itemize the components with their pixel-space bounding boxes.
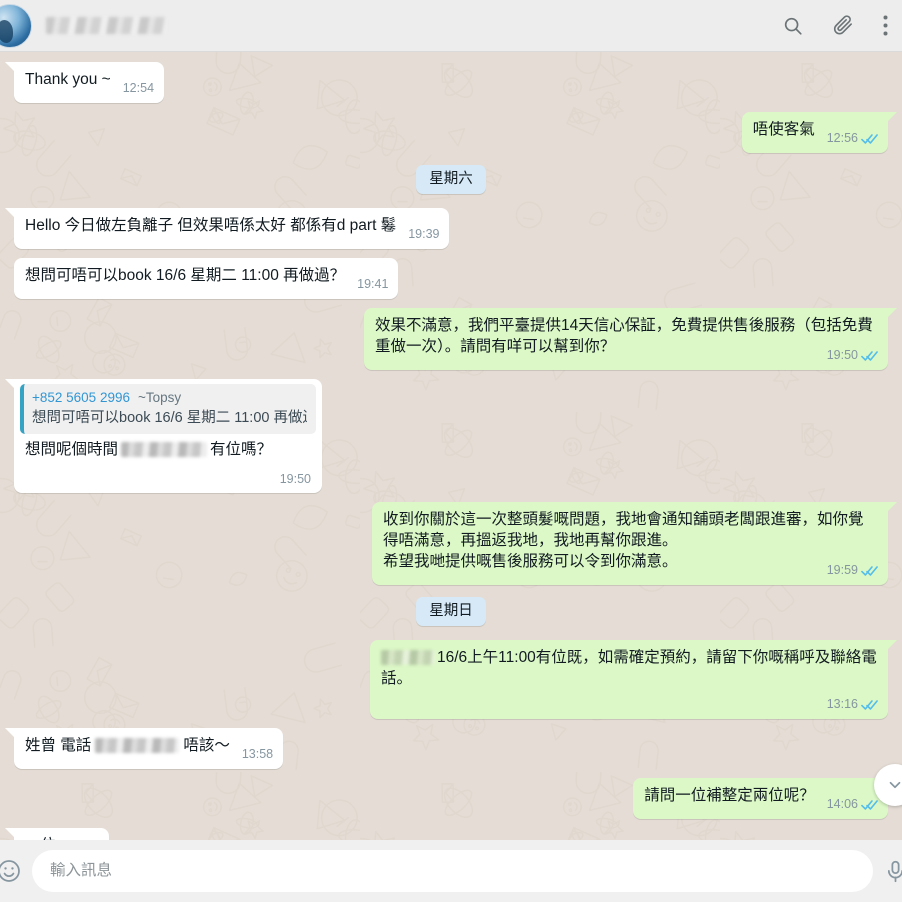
- message-meta: 19:59: [827, 560, 878, 581]
- messages-container: Thank you ~ 12:54 唔使客氣 12:56 星期六 Hello 今…: [0, 52, 902, 840]
- message-text: 收到你關於這一次整頭髮嘅問題，我地會通知舖頭老闆跟進審，如你覺得唔滿意，再搵返我…: [383, 511, 864, 570]
- timestamp: 19:39: [408, 227, 440, 241]
- message-composer: [0, 840, 902, 902]
- message-text-after: 有位嗎？: [210, 441, 273, 458]
- message-text: 效果不滿意，我們平臺提供14天信心保証，免費提供售後服務（包括免費重做一次）。請…: [375, 317, 873, 355]
- message-text: 唔使客氣: [752, 121, 815, 138]
- timestamp: 19:59: [826, 563, 858, 577]
- message-text: 16/6上午11:00有位既，如需確定預約，請留下你嘅稱呼及聯絡電話。: [381, 649, 877, 687]
- more-vertical-icon[interactable]: [883, 15, 888, 36]
- timestamp: 12:56: [826, 131, 858, 145]
- outgoing-bubble[interactable]: 請問一位補整定兩位呢？ 14:06: [633, 778, 897, 819]
- message-text: Thank you ~: [25, 71, 111, 88]
- redacted-text: [381, 650, 435, 665]
- message-row: 收到你關於這一次整頭髮嘅問題，我地會通知舖頭老闆跟進審，如你覺得唔滿意，再搵返我…: [14, 502, 897, 585]
- timestamp: 19:50: [279, 472, 311, 486]
- timestamp: 13:58: [241, 747, 274, 761]
- timestamp: 13:16: [826, 697, 858, 711]
- read-receipt-icon: [861, 799, 878, 811]
- message-row: 16/6上午11:00有位既，如需確定預約，請留下你嘅稱呼及聯絡電話。 13:1…: [14, 640, 897, 719]
- quote-author-phone: +852 5605 2996: [32, 390, 130, 405]
- message-meta: 19:39: [408, 224, 439, 245]
- read-receipt-icon: [861, 565, 878, 577]
- message-text-after: 唔該～: [183, 737, 230, 754]
- incoming-bubble[interactable]: 想問可唔可以book 16/6 星期二 11:00 再做過？ 19:41: [14, 258, 399, 299]
- search-icon[interactable]: [782, 15, 804, 37]
- read-receipt-icon: [861, 350, 878, 362]
- message-row: Thank you ~ 12:54: [4, 62, 888, 103]
- date-divider: 星期日: [416, 597, 486, 626]
- read-receipt-icon: [861, 133, 878, 145]
- quote-author: +852 5605 2996 ~Topsy: [32, 389, 307, 407]
- paperclip-icon[interactable]: [832, 14, 855, 37]
- timestamp: 14:06: [826, 797, 858, 811]
- message-text: 請問一位補整定兩位呢？: [644, 787, 815, 804]
- message-meta: 19:50: [827, 345, 878, 366]
- message-meta: 13:58: [242, 744, 273, 765]
- outgoing-bubble[interactable]: 16/6上午11:00有位既，如需確定預約，請留下你嘅稱呼及聯絡電話。 13:1…: [370, 640, 897, 719]
- outgoing-bubble[interactable]: 唔使客氣 12:56: [741, 112, 898, 153]
- incoming-bubble[interactable]: Hello 今日做左負離子 但效果唔係太好 都係有d part 鬈 19:39: [4, 208, 450, 249]
- contact-name[interactable]: [46, 17, 166, 34]
- message-row: 一位 14:06: [4, 828, 888, 840]
- message-row: Hello 今日做左負離子 但效果唔係太好 都係有d part 鬈 19:39: [4, 208, 888, 249]
- message-input[interactable]: [32, 850, 873, 892]
- message-text: 想問可唔可以book 16/6 星期二 11:00 再做過？: [25, 267, 346, 284]
- quoted-message[interactable]: +852 5605 2996 ~Topsy 想問可唔可以book 16/6 星期二…: [20, 384, 316, 434]
- quote-author-alias: ~Topsy: [137, 390, 182, 405]
- date-divider-row: 星期日: [14, 597, 888, 626]
- date-divider: 星期六: [416, 165, 486, 194]
- message-text: Hello 今日做左負離子 但效果唔係太好 都係有d part 鬈: [25, 217, 397, 234]
- timestamp: 19:41: [357, 277, 389, 291]
- message-text-before: 姓曾 電話: [25, 737, 92, 754]
- message-row: 姓曾 電話 唔該～ 13:58: [4, 728, 888, 769]
- incoming-bubble[interactable]: Thank you ~ 12:54: [4, 62, 165, 103]
- message-list[interactable]: Thank you ~ 12:54 唔使客氣 12:56 星期六 Hello 今…: [0, 52, 902, 840]
- message-row: 唔使客氣 12:56: [14, 112, 898, 153]
- chat-header: [0, 0, 902, 52]
- message-meta: 19:41: [357, 274, 388, 295]
- outgoing-bubble[interactable]: 效果不滿意，我們平臺提供14天信心保証，免費提供售後服務（包括免費重做一次）。請…: [364, 308, 897, 370]
- incoming-bubble[interactable]: 姓曾 電話 唔該～ 13:58: [4, 728, 284, 769]
- timestamp: 19:50: [826, 348, 858, 362]
- message-meta: 13:16: [393, 694, 878, 715]
- emoji-smiley-icon[interactable]: [0, 858, 22, 884]
- message-row: 想問可唔可以book 16/6 星期二 11:00 再做過？ 19:41: [14, 258, 888, 299]
- redacted-text: [121, 442, 208, 457]
- whatsapp-chat-window: Thank you ~ 12:54 唔使客氣 12:56 星期六 Hello 今…: [0, 0, 902, 902]
- incoming-bubble[interactable]: 一位 14:06: [4, 828, 110, 840]
- header-actions: [782, 14, 888, 37]
- timestamp: 12:54: [122, 81, 155, 95]
- incoming-bubble-with-quote[interactable]: +852 5605 2996 ~Topsy 想問可唔可以book 16/6 星期二…: [5, 379, 322, 493]
- message-meta: 14:06: [827, 794, 878, 815]
- outgoing-bubble[interactable]: 收到你關於這一次整頭髮嘅問題，我地會通知舖頭老闆跟進審，如你覺得唔滿意，再搵返我…: [372, 502, 897, 585]
- message-row: 效果不滿意，我們平臺提供14天信心保証，免費提供售後服務（包括免費重做一次）。請…: [14, 308, 897, 370]
- date-divider-row: 星期六: [14, 165, 888, 194]
- read-receipt-icon: [861, 699, 878, 711]
- message-meta: 19:50: [280, 469, 311, 490]
- redacted-text: [95, 738, 180, 753]
- message-row: +852 5605 2996 ~Topsy 想問可唔可以book 16/6 星期二…: [5, 379, 888, 493]
- avatar[interactable]: [0, 3, 32, 48]
- quote-text: 想問可唔可以book 16/6 星期二 11:00 再做過？: [32, 410, 307, 426]
- message-text-before: 想問呢個時間: [25, 441, 119, 458]
- message-row: 請問一位補整定兩位呢？ 14:06: [14, 778, 897, 819]
- message-meta: 12:56: [827, 128, 878, 149]
- microphone-icon[interactable]: [883, 859, 902, 884]
- message-meta: 12:54: [123, 78, 154, 99]
